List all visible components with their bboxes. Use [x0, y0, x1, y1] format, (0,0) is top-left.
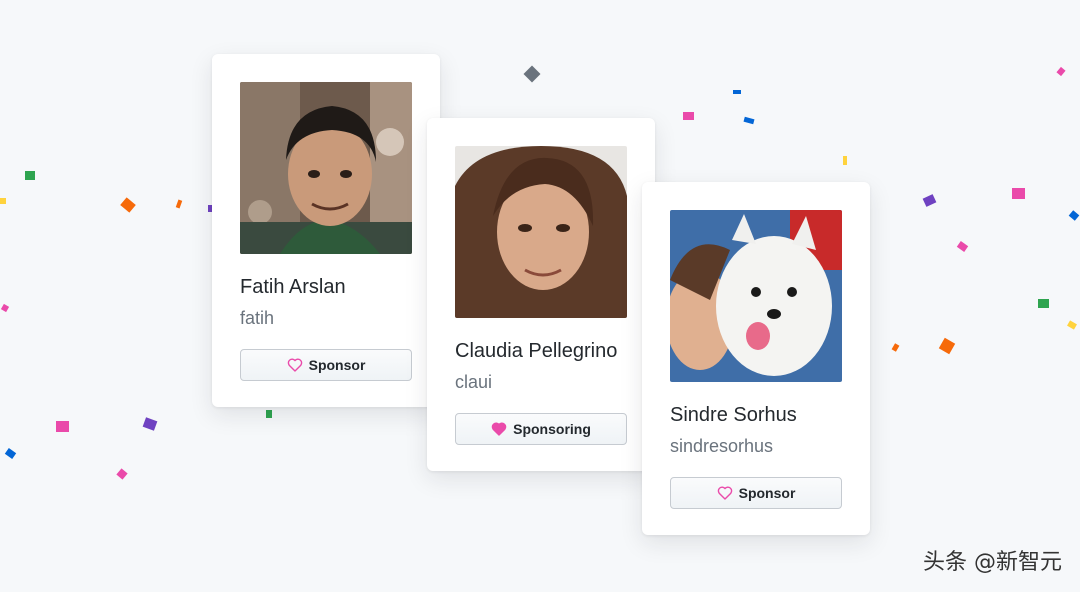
confetti-piece [1067, 320, 1077, 330]
confetti-piece [25, 171, 35, 180]
confetti-piece [266, 410, 272, 418]
sponsor-button-label: Sponsor [738, 485, 796, 501]
confetti-piece [56, 421, 69, 432]
confetti-piece [1038, 299, 1049, 308]
confetti-piece [0, 303, 10, 313]
confetti-piece [922, 194, 937, 207]
sponsor-name[interactable]: Claudia Pellegrino [455, 340, 617, 363]
confetti-piece [1068, 210, 1080, 221]
sponsor-button-label: Sponsor [308, 357, 366, 373]
confetti-piece [142, 417, 158, 431]
confetti-piece [733, 90, 741, 94]
confetti-piece [4, 448, 17, 459]
watermark: 头条 @新智元 [923, 550, 1062, 575]
sponsor-card: Sindre Sorhus sindresorhus Sponsor [642, 182, 870, 535]
sponsor-card: Claudia Pellegrino claui Sponsoring [427, 118, 655, 471]
confetti-piece [938, 337, 956, 355]
sponsoring-button[interactable]: Sponsoring [455, 413, 627, 445]
heart-outline-icon [287, 358, 302, 372]
sponsor-login[interactable]: fatih [240, 308, 274, 329]
sponsor-button[interactable]: Sponsor [670, 477, 842, 509]
sponsor-login[interactable]: claui [455, 372, 492, 393]
confetti-piece [843, 156, 847, 165]
heart-filled-icon [491, 422, 507, 436]
confetti-piece [120, 197, 136, 213]
confetti-piece [683, 112, 694, 120]
confetti-piece [1012, 188, 1025, 199]
avatar[interactable] [455, 146, 627, 318]
confetti-piece [175, 199, 183, 209]
sponsor-button-label: Sponsoring [513, 421, 591, 437]
avatar[interactable] [670, 210, 842, 382]
confetti-piece [0, 198, 6, 204]
heart-outline-icon [717, 486, 732, 500]
avatar-photo [670, 210, 842, 382]
avatar-photo [240, 82, 412, 254]
sponsor-login[interactable]: sindresorhus [670, 436, 773, 457]
confetti-piece [891, 343, 900, 352]
sponsor-name[interactable]: Fatih Arslan [240, 276, 346, 299]
sponsor-name[interactable]: Sindre Sorhus [670, 404, 797, 427]
confetti-piece [523, 65, 541, 83]
sponsor-button[interactable]: Sponsor [240, 349, 412, 381]
confetti-piece [1056, 66, 1066, 77]
confetti-piece [743, 116, 755, 125]
avatar-photo [455, 146, 627, 318]
sponsor-card: Fatih Arslan fatih Sponsor [212, 54, 440, 407]
confetti-piece [956, 241, 969, 252]
avatar[interactable] [240, 82, 412, 254]
confetti-piece [116, 468, 128, 480]
